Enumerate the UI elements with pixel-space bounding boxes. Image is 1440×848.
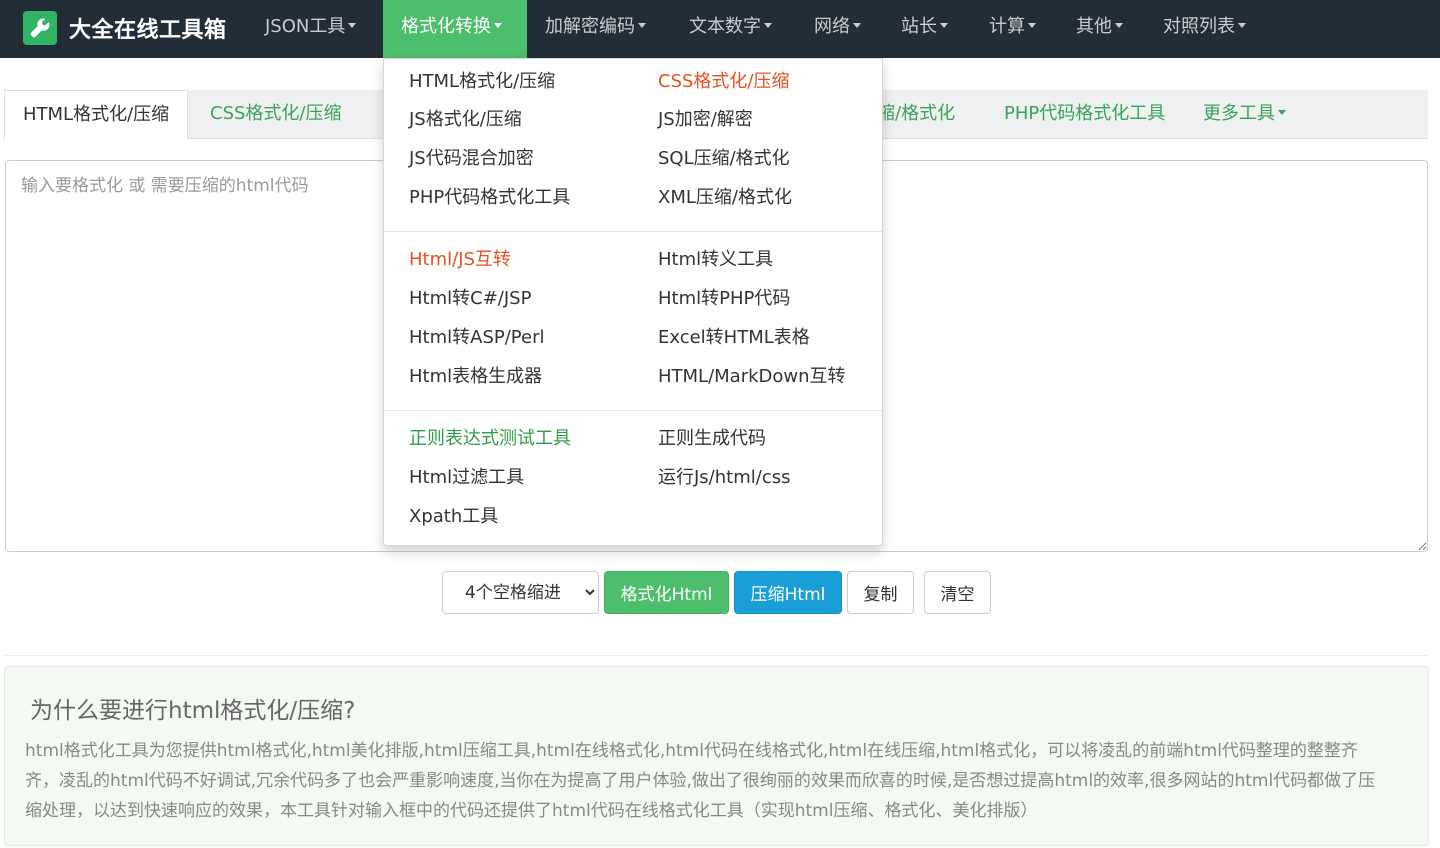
menu-item-html-table-generator[interactable]: Html表格生成器 [409,365,542,389]
menu-item-js-format[interactable]: JS格式化/压缩 [409,108,522,132]
nav-calculate[interactable]: 计算 [971,0,1054,58]
tab-css-format[interactable]: CSS格式化/压缩 [210,90,341,139]
caret-down-icon [348,22,357,28]
format-html-button[interactable]: 格式化Html [604,571,729,614]
nav-network[interactable]: 网络 [796,0,879,58]
caret-down-icon [1028,22,1036,28]
menu-item-xml-format[interactable]: XML压缩/格式化 [658,186,792,210]
caret-down-icon [638,22,646,28]
copy-button[interactable]: 复制 [847,571,914,614]
info-panel: 为什么要进行html格式化/压缩? html格式化工具为您提供html格式化,h… [4,666,1429,846]
nav-other[interactable]: 其他 [1058,0,1141,58]
brand[interactable]: 大全在线工具箱 [23,10,227,46]
tab-php-format[interactable]: PHP代码格式化工具 [1004,90,1165,139]
caret-down-icon [853,22,861,28]
divider [5,655,1428,656]
top-navbar: 大全在线工具箱 JSON工具 格式化转换 加解密编码 文本数字 网络 站长 计算… [0,0,1440,58]
menu-item-js-obfuscate[interactable]: JS代码混合加密 [409,147,534,171]
nav-format-convert[interactable]: 格式化转换 [383,0,527,58]
menu-item-regex-codegen[interactable]: 正则生成代码 [658,427,766,451]
caret-down-icon [1278,109,1286,115]
menu-item-html-filter[interactable]: Html过滤工具 [409,466,524,490]
nav-webmaster[interactable]: 站长 [883,0,966,58]
menu-item-css-format[interactable]: CSS格式化/压缩 [658,70,789,94]
caret-down-icon [764,22,772,28]
menu-item-html-to-php[interactable]: Html转PHP代码 [658,287,790,311]
menu-divider [384,410,882,411]
tab-compress-format[interactable]: 缩/格式化 [877,90,955,139]
menu-item-excel-to-html[interactable]: Excel转HTML表格 [658,326,810,350]
tab-more-tools[interactable]: 更多工具 [1203,90,1286,139]
menu-item-html-markdown[interactable]: HTML/MarkDown互转 [658,365,846,389]
menu-item-php-format[interactable]: PHP代码格式化工具 [409,186,570,210]
menu-item-js-encrypt[interactable]: JS加密/解密 [658,108,753,132]
caret-down-icon [494,22,502,28]
menu-item-xpath[interactable]: Xpath工具 [409,505,498,529]
menu-divider [384,231,882,232]
wrench-icon [23,11,57,45]
compress-html-button[interactable]: 压缩Html [734,571,842,614]
menu-item-regex-tester[interactable]: 正则表达式测试工具 [409,427,571,451]
tab-html-format[interactable]: HTML格式化/压缩 [4,90,189,140]
brand-name: 大全在线工具箱 [69,18,227,43]
caret-down-icon [1115,22,1123,28]
caret-down-icon [940,22,948,28]
nav-text-number[interactable]: 文本数字 [671,0,790,58]
caret-down-icon [1238,22,1246,28]
menu-item-html-to-csharp[interactable]: Html转C#/JSP [409,287,531,311]
nav-reference-list[interactable]: 对照列表 [1145,0,1264,58]
indent-select[interactable]: 4个空格缩进 [442,571,599,614]
menu-item-html-to-asp[interactable]: Html转ASP/Perl [409,326,544,350]
info-title: 为什么要进行html格式化/压缩? [30,698,356,724]
clear-button[interactable]: 清空 [924,571,991,614]
info-description: html格式化工具为您提供html格式化,html美化排版,html压缩工具,h… [25,741,1376,821]
menu-item-html-format[interactable]: HTML格式化/压缩 [409,70,555,94]
menu-item-sql-format[interactable]: SQL压缩/格式化 [658,147,790,171]
nav-json-tools[interactable]: JSON工具 [247,0,374,58]
menu-item-html-escape[interactable]: Html转义工具 [658,248,773,272]
menu-item-run-js-html-css[interactable]: 运行Js/html/css [658,466,790,490]
menu-item-html-js-convert[interactable]: Html/JS互转 [409,248,511,272]
nav-encrypt-encode[interactable]: 加解密编码 [527,0,664,58]
format-convert-dropdown: HTML格式化/压缩 CSS格式化/压缩 JS格式化/压缩 JS加密/解密 JS… [383,58,883,546]
